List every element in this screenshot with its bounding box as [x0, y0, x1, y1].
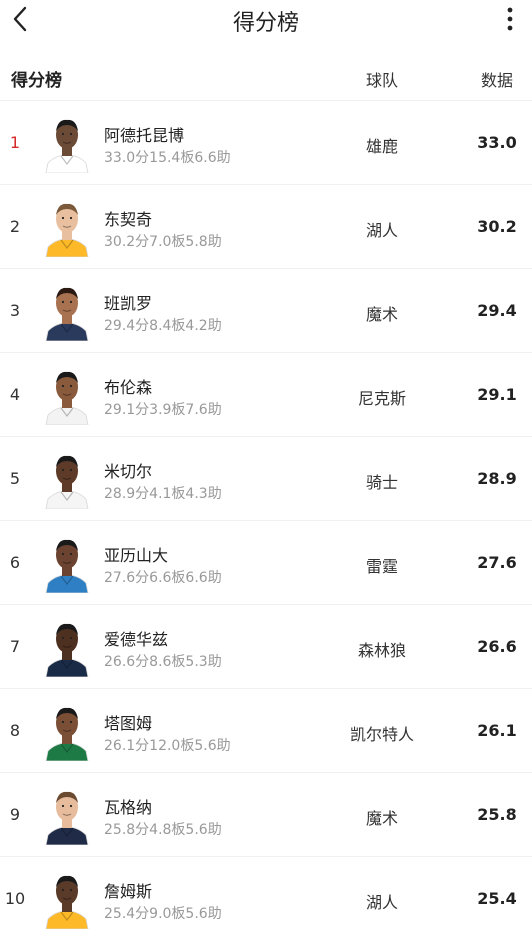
rank-number: 8	[9, 721, 21, 740]
player-team: 魔术	[365, 809, 398, 828]
player-stats: 28.9分4.1板4.3助	[104, 486, 222, 502]
player-score: 27.6	[477, 553, 517, 572]
player-avatar[interactable]	[44, 449, 90, 509]
player-stats: 26.1分12.0板5.6助	[104, 738, 231, 754]
player-name[interactable]: 塔图姆	[104, 710, 152, 734]
player-team: 骑士	[365, 473, 398, 492]
table-header: 得分榜 球队 数据	[0, 58, 532, 98]
player-row[interactable]: 8 塔图姆 26.1分12.0板5.6助 凯尔特人 26.1	[0, 688, 532, 772]
player-score: 29.4	[477, 301, 517, 320]
player-row[interactable]: 6 亚历山大 27.6分6.6板6.6助 雷霆 27.6	[0, 520, 532, 604]
rank-number: 4	[9, 385, 21, 404]
player-team: 湖人	[365, 221, 398, 240]
player-team: 雄鹿	[365, 137, 398, 156]
player-score: 25.4	[477, 889, 517, 908]
player-avatar[interactable]	[44, 869, 90, 929]
rank-number: 1	[9, 133, 21, 152]
player-team: 凯尔特人	[349, 725, 414, 744]
player-name[interactable]: 瓦格纳	[104, 794, 152, 818]
player-name[interactable]: 东契奇	[104, 206, 152, 230]
player-row[interactable]: 3 班凯罗 29.4分8.4板4.2助 魔术 29.4	[0, 268, 532, 352]
player-avatar[interactable]	[44, 197, 90, 257]
player-row[interactable]: 4 布伦森 29.1分3.9板7.6助 尼克斯 29.1	[0, 352, 532, 436]
player-name[interactable]: 阿德托昆博	[104, 122, 184, 146]
player-name[interactable]: 布伦森	[104, 374, 152, 398]
player-name[interactable]: 爱德华兹	[104, 626, 168, 650]
list-label: 得分榜	[11, 71, 62, 91]
rank-number: 5	[9, 469, 21, 488]
player-team: 魔术	[365, 305, 398, 324]
player-row[interactable]: 1 阿德托昆博 33.0分15.4板6.6助 雄鹿 33.0	[0, 100, 532, 184]
player-team: 湖人	[365, 893, 398, 912]
player-row[interactable]: 2 东契奇 30.2分7.0板5.8助 湖人 30.2	[0, 184, 532, 268]
player-score: 28.9	[477, 469, 517, 488]
player-avatar[interactable]	[44, 365, 90, 425]
player-score: 25.8	[477, 805, 517, 824]
ranking-list: 1 阿德托昆博 33.0分15.4板6.6助 雄鹿 33.0 2 东契奇 30.2分7.0板5…	[0, 100, 532, 930]
player-row[interactable]: 7 爱德华兹 26.6分8.6板5.3助 森林狼 26.6	[0, 604, 532, 688]
player-score: 26.6	[477, 637, 517, 656]
player-stats: 29.1分3.9板7.6助	[104, 402, 222, 418]
player-stats: 33.0分15.4板6.6助	[104, 150, 231, 166]
player-score: 33.0	[477, 133, 517, 152]
player-row[interactable]: 9 瓦格纳 25.8分4.8板5.6助 魔术 25.8	[0, 772, 532, 856]
column-data-header[interactable]: 数据	[462, 67, 532, 91]
player-avatar[interactable]	[44, 701, 90, 761]
player-stats: 27.6分6.6板6.6助	[104, 570, 222, 586]
player-name[interactable]: 亚历山大	[104, 542, 168, 566]
player-stats: 26.6分8.6板5.3助	[104, 654, 222, 670]
player-name[interactable]: 班凯罗	[104, 290, 152, 314]
player-stats: 30.2分7.0板5.8助	[104, 234, 222, 250]
player-avatar[interactable]	[44, 617, 90, 677]
player-team: 森林狼	[357, 641, 406, 660]
player-name[interactable]: 米切尔	[104, 458, 152, 482]
player-team: 尼克斯	[357, 389, 406, 408]
player-stats: 29.4分8.4板4.2助	[104, 318, 222, 334]
player-score: 29.1	[477, 385, 517, 404]
player-stats: 25.4分9.0板5.6助	[104, 906, 222, 922]
player-team: 雷霆	[365, 557, 398, 576]
player-avatar[interactable]	[44, 533, 90, 593]
rank-number: 2	[9, 217, 21, 236]
rank-number: 6	[9, 553, 21, 572]
player-stats: 25.8分4.8板5.6助	[104, 822, 222, 838]
page-title: 得分榜	[232, 11, 299, 36]
player-avatar[interactable]	[44, 785, 90, 845]
player-row[interactable]: 10 詹姆斯 25.4分9.0板5.6助 湖人 25.4	[0, 856, 532, 930]
player-row[interactable]: 5 米切尔 28.9分4.1板4.3助 骑士 28.9	[0, 436, 532, 520]
top-bar: 得分榜	[0, 0, 532, 40]
more-icon[interactable]	[500, 4, 520, 34]
player-score: 30.2	[477, 217, 517, 236]
rank-number: 3	[9, 301, 21, 320]
player-name[interactable]: 詹姆斯	[104, 878, 152, 902]
player-avatar[interactable]	[44, 113, 90, 173]
player-score: 26.1	[477, 721, 517, 740]
column-team-header[interactable]: 球队	[330, 67, 434, 91]
rank-number: 7	[9, 637, 21, 656]
rank-number: 9	[9, 805, 21, 824]
rank-number: 10	[4, 889, 26, 908]
player-avatar[interactable]	[44, 281, 90, 341]
